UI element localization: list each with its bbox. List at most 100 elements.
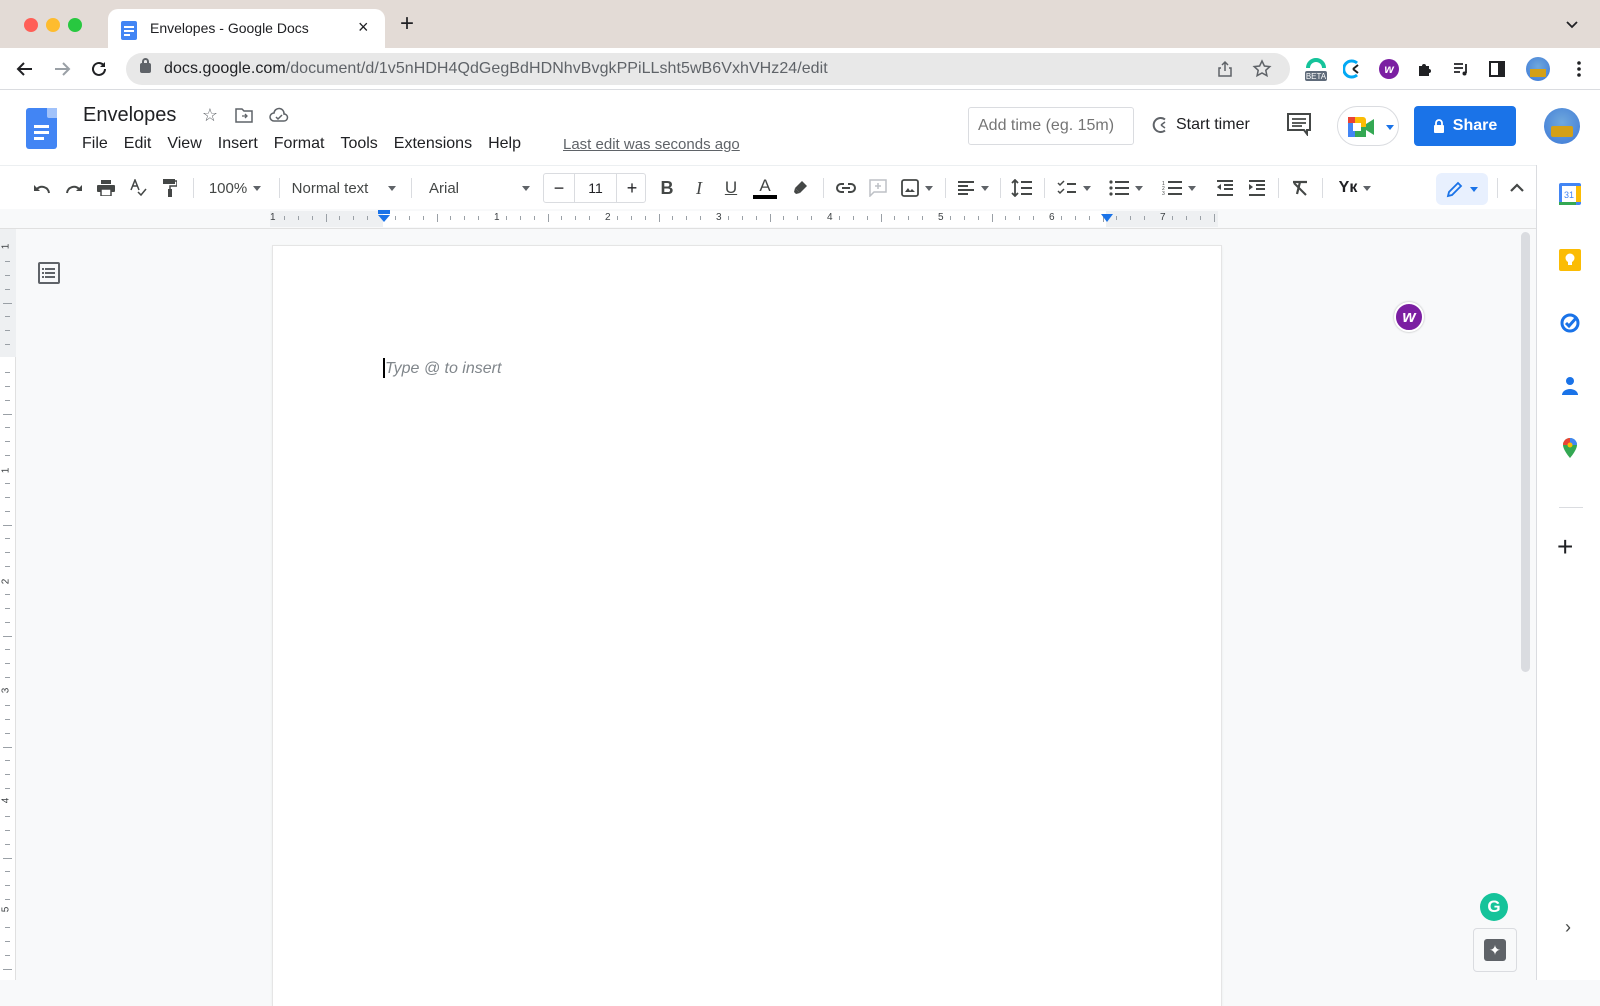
- clockify-extension[interactable]: [1340, 56, 1366, 82]
- reload-button[interactable]: [86, 56, 112, 82]
- browser-menu-button[interactable]: [1566, 56, 1592, 82]
- menu-format[interactable]: Format: [274, 135, 333, 153]
- ruler-tick: [700, 216, 701, 220]
- align-button[interactable]: [955, 175, 991, 201]
- zoom-select[interactable]: 100%: [204, 175, 266, 201]
- address-bar[interactable]: docs.google.com/document/d/1v5nHDH4QdGeg…: [126, 53, 1290, 85]
- minimize-window-button[interactable]: [46, 18, 60, 32]
- explore-button[interactable]: ✦: [1473, 928, 1517, 972]
- vertical-scrollbar[interactable]: [1521, 232, 1530, 672]
- menu-tools[interactable]: Tools: [340, 135, 385, 153]
- hide-side-panel-button[interactable]: ›: [1565, 917, 1571, 938]
- document-title[interactable]: Envelopes: [83, 104, 176, 127]
- menu-insert[interactable]: Insert: [218, 135, 266, 153]
- media-controls-button[interactable]: [1448, 56, 1474, 82]
- add-comment-button[interactable]: [866, 175, 890, 201]
- docs-logo-icon[interactable]: [26, 108, 57, 149]
- account-avatar[interactable]: [1544, 108, 1580, 144]
- ruler-tick: [922, 216, 923, 220]
- underline-button[interactable]: U: [720, 175, 742, 201]
- numbered-list-button[interactable]: 123: [1159, 175, 1199, 201]
- wordtune-extension[interactable]: w: [1376, 56, 1402, 82]
- extensions-button[interactable]: [1412, 56, 1438, 82]
- contacts-icon[interactable]: [1559, 375, 1581, 397]
- forward-button[interactable]: [49, 56, 75, 82]
- get-addons-button[interactable]: +: [1557, 533, 1573, 561]
- italic-button[interactable]: I: [688, 175, 710, 201]
- line-spacing-button[interactable]: [1009, 175, 1035, 201]
- menu-view[interactable]: View: [167, 135, 209, 153]
- wordtune-floating-icon[interactable]: w: [1394, 302, 1424, 332]
- ruler-tick: [1116, 216, 1117, 220]
- checklist-button[interactable]: [1054, 175, 1094, 201]
- document-page[interactable]: Type @ to insert: [273, 246, 1221, 1006]
- move-folder-icon[interactable]: [233, 104, 255, 126]
- vertical-ruler[interactable]: 1 1 2 3 4 5: [0, 229, 16, 980]
- highlight-color-button[interactable]: [788, 175, 812, 201]
- decrease-indent-button[interactable]: [1213, 175, 1237, 201]
- hide-menus-button[interactable]: [1505, 175, 1529, 201]
- increase-font-size-button[interactable]: +: [617, 174, 647, 202]
- last-edit-link[interactable]: Last edit was seconds ago: [563, 136, 740, 153]
- bold-button[interactable]: B: [656, 175, 678, 201]
- vertical-ruler-tick: [5, 316, 10, 317]
- paragraph-style-select[interactable]: Normal text: [290, 175, 398, 201]
- spellcheck-button[interactable]: [126, 175, 150, 201]
- menu-edit[interactable]: Edit: [124, 135, 160, 153]
- bulleted-list-button[interactable]: [1106, 175, 1146, 201]
- cloud-saved-icon[interactable]: [268, 104, 290, 126]
- new-tab-button[interactable]: +: [400, 12, 414, 36]
- maximize-window-button[interactable]: [68, 18, 82, 32]
- maps-icon[interactable]: [1559, 437, 1581, 459]
- horizontal-ruler[interactable]: 1 1 2 3 4 5 6 7: [0, 209, 1536, 229]
- grammarly-extension[interactable]: BETA: [1303, 56, 1329, 82]
- insert-image-button[interactable]: [898, 175, 936, 201]
- ruler-label: 4: [827, 212, 833, 223]
- calendar-icon[interactable]: 31: [1559, 183, 1581, 205]
- editing-mode-button[interactable]: [1436, 173, 1488, 205]
- svg-text:BETA: BETA: [1306, 72, 1327, 81]
- profile-avatar[interactable]: [1525, 56, 1551, 82]
- paint-format-button[interactable]: [158, 175, 182, 201]
- menu-bar: File Edit View Insert Format Tools Exten…: [82, 135, 537, 153]
- tab-search-chevron-icon[interactable]: [1565, 18, 1579, 32]
- clear-formatting-button[interactable]: [1288, 175, 1312, 201]
- keep-icon[interactable]: [1559, 249, 1581, 271]
- insert-link-button[interactable]: [833, 175, 859, 201]
- indent-marker-icon[interactable]: [377, 210, 391, 224]
- google-meet-icon: [1348, 117, 1374, 137]
- start-timer-button[interactable]: Start timer: [1152, 116, 1250, 134]
- redo-button[interactable]: [62, 175, 86, 201]
- tab-close-icon[interactable]: ×: [358, 17, 369, 38]
- meet-button[interactable]: [1337, 106, 1399, 146]
- undo-button[interactable]: [30, 175, 54, 201]
- increase-indent-button[interactable]: [1245, 175, 1269, 201]
- tasks-icon[interactable]: [1559, 311, 1581, 333]
- side-panel-button[interactable]: [1484, 56, 1510, 82]
- bookmark-star-icon[interactable]: [1252, 59, 1272, 79]
- document-placeholder[interactable]: Type @ to insert: [385, 360, 501, 378]
- menu-help[interactable]: Help: [488, 135, 529, 153]
- lock-icon: [140, 58, 151, 73]
- text-color-button[interactable]: A: [752, 175, 778, 201]
- dropdown-caret-icon: [522, 185, 530, 191]
- add-time-input[interactable]: [968, 107, 1134, 145]
- print-button[interactable]: [94, 175, 118, 201]
- grammarly-floating-icon[interactable]: G: [1480, 893, 1508, 921]
- font-size-input[interactable]: 11: [574, 174, 617, 202]
- star-icon[interactable]: ☆: [199, 104, 221, 126]
- document-outline-button[interactable]: [38, 262, 60, 284]
- input-tools-button[interactable]: Yк: [1332, 175, 1378, 201]
- menu-file[interactable]: File: [82, 135, 116, 153]
- menu-extensions[interactable]: Extensions: [394, 135, 480, 153]
- browser-tab[interactable]: Envelopes - Google Docs ×: [108, 9, 385, 48]
- font-family-select[interactable]: Arial: [420, 175, 534, 201]
- right-indent-marker-icon[interactable]: [1100, 213, 1114, 223]
- vertical-ruler-tick: [5, 441, 10, 442]
- share-button[interactable]: Share: [1414, 106, 1516, 146]
- close-window-button[interactable]: [24, 18, 38, 32]
- decrease-font-size-button[interactable]: −: [544, 174, 574, 202]
- share-page-icon[interactable]: [1216, 60, 1234, 78]
- back-button[interactable]: [12, 56, 38, 82]
- comments-button[interactable]: [1286, 112, 1314, 138]
